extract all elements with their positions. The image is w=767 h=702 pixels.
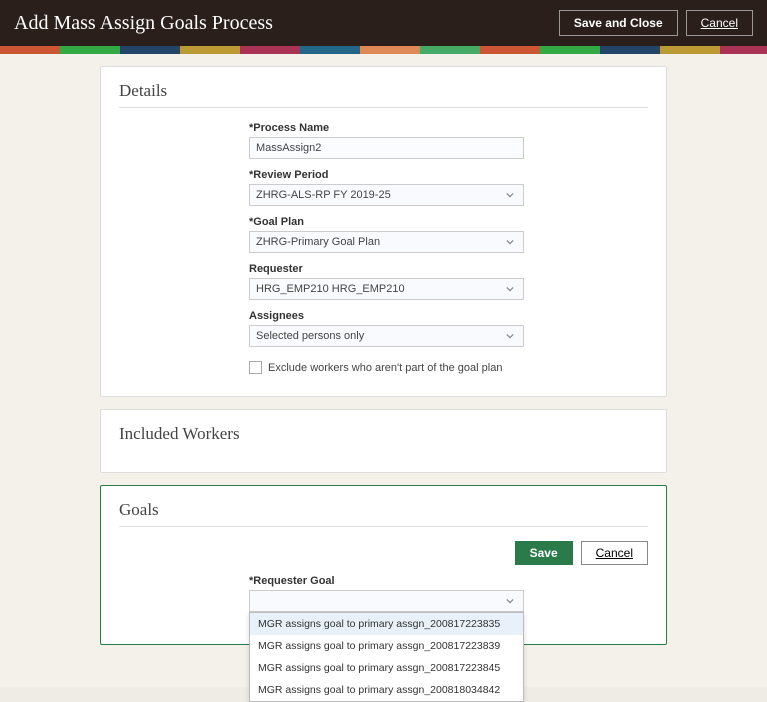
chevron-down-icon	[503, 329, 517, 343]
review-period-field: Review Period ZHRG-ALS-RP FY 2019-25	[249, 169, 638, 206]
goals-cancel-button[interactable]: Cancel	[581, 541, 648, 565]
goal-plan-field: Goal Plan ZHRG-Primary Goal Plan	[249, 216, 638, 253]
requester-goal-select[interactable]	[249, 590, 524, 612]
goal-plan-value: ZHRG-Primary Goal Plan	[256, 236, 380, 248]
page-header: Add Mass Assign Goals Process Save and C…	[0, 0, 767, 46]
page-body: Details Process Name Review Period ZHRG-…	[0, 54, 767, 687]
goals-form: Requester Goal MGR assigns goal to prima…	[119, 575, 648, 612]
assignees-field: Assignees Selected persons only	[249, 310, 638, 347]
save-and-close-button[interactable]: Save and Close	[559, 10, 678, 36]
goal-plan-label: Goal Plan	[249, 216, 638, 228]
chevron-down-icon	[503, 235, 517, 249]
divider	[119, 107, 648, 108]
exclude-workers-row: Exclude workers who aren't part of the g…	[249, 361, 638, 374]
requester-goal-option[interactable]: MGR assigns goal to primary assgn_200817…	[250, 657, 523, 679]
review-period-value: ZHRG-ALS-RP FY 2019-25	[256, 189, 391, 201]
goals-card: Goals Save Cancel Requester Goal MGR ass…	[100, 485, 667, 645]
goals-save-button[interactable]: Save	[515, 541, 573, 565]
details-form: Process Name Review Period ZHRG-ALS-RP F…	[119, 122, 648, 374]
process-name-input[interactable]	[249, 137, 524, 159]
requester-goal-option[interactable]: MGR assigns goal to primary assgn_200817…	[250, 635, 523, 657]
process-name-field: Process Name	[249, 122, 638, 159]
exclude-workers-label: Exclude workers who aren't part of the g…	[268, 362, 502, 374]
review-period-select[interactable]: ZHRG-ALS-RP FY 2019-25	[249, 184, 524, 206]
goals-actions: Save Cancel	[119, 541, 648, 565]
decorative-strip	[0, 46, 767, 54]
requester-select[interactable]: HRG_EMP210 HRG_EMP210	[249, 278, 524, 300]
requester-goal-option[interactable]: MGR assigns goal to primary assgn_200818…	[250, 679, 523, 701]
header-cancel-button[interactable]: Cancel	[686, 10, 753, 36]
assignees-select[interactable]: Selected persons only	[249, 325, 524, 347]
requester-goal-option[interactable]: MGR assigns goal to primary assgn_200817…	[250, 613, 523, 635]
assignees-label: Assignees	[249, 310, 638, 322]
requester-goal-wrap: MGR assigns goal to primary assgn_200817…	[249, 590, 638, 612]
requester-label: Requester	[249, 263, 638, 275]
requester-field: Requester HRG_EMP210 HRG_EMP210	[249, 263, 638, 300]
chevron-down-icon	[503, 594, 517, 608]
details-heading: Details	[119, 81, 648, 101]
exclude-workers-checkbox[interactable]	[249, 361, 262, 374]
requester-goal-field: Requester Goal MGR assigns goal to prima…	[249, 575, 638, 612]
page-title: Add Mass Assign Goals Process	[14, 12, 273, 35]
chevron-down-icon	[503, 188, 517, 202]
process-name-label: Process Name	[249, 122, 638, 134]
chevron-down-icon	[503, 282, 517, 296]
included-workers-card: Included Workers	[100, 409, 667, 473]
details-card: Details Process Name Review Period ZHRG-…	[100, 66, 667, 397]
included-workers-heading: Included Workers	[119, 424, 648, 444]
requester-value: HRG_EMP210 HRG_EMP210	[256, 283, 405, 295]
assignees-value: Selected persons only	[256, 330, 364, 342]
review-period-label: Review Period	[249, 169, 638, 181]
requester-goal-dropdown: MGR assigns goal to primary assgn_200817…	[249, 612, 524, 702]
requester-goal-label: Requester Goal	[249, 575, 638, 587]
goals-heading: Goals	[119, 500, 648, 520]
divider	[119, 526, 648, 527]
header-actions: Save and Close Cancel	[559, 10, 753, 36]
goal-plan-select[interactable]: ZHRG-Primary Goal Plan	[249, 231, 524, 253]
